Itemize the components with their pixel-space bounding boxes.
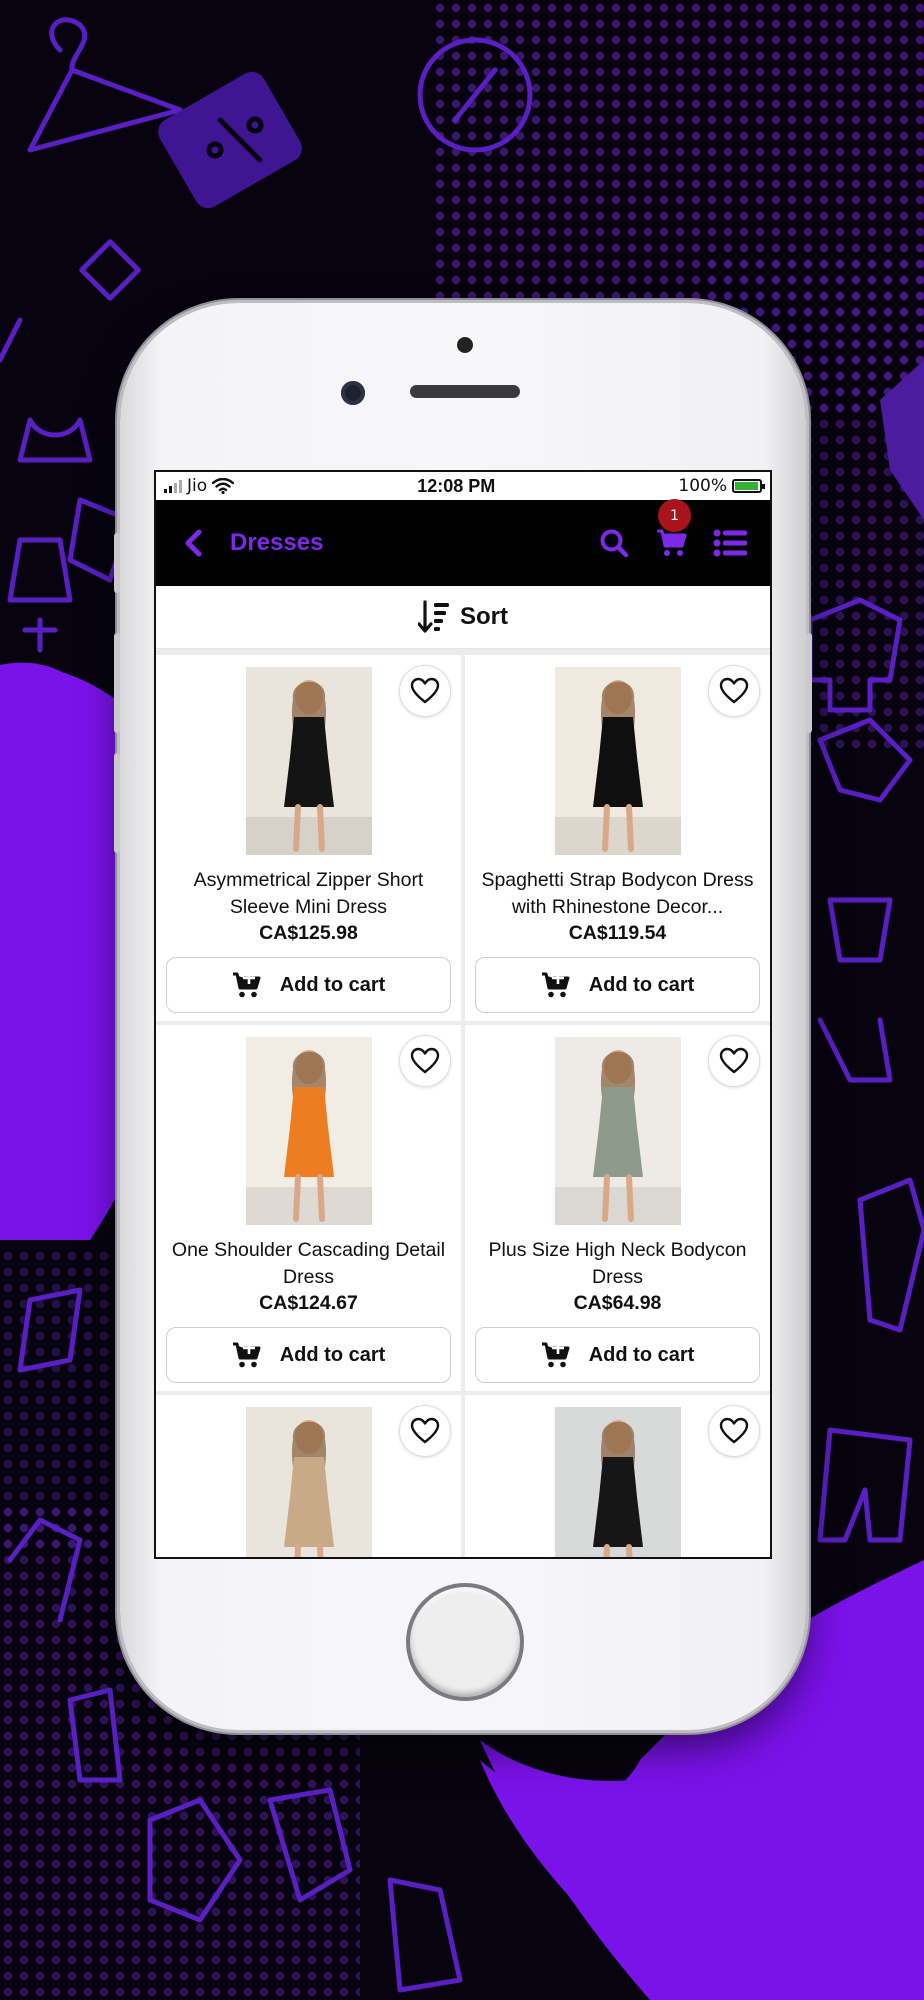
product-card[interactable]	[465, 1395, 770, 1557]
add-to-cart-button[interactable]: Add to cart	[166, 1327, 451, 1383]
page-title: Dresses	[230, 529, 324, 556]
product-grid: Asymmetrical Zipper Short Sleeve Mini Dr…	[156, 649, 770, 1557]
app-screen: Jio 12:08 PM 100% Dresses 1 Sort Asymmet…	[154, 470, 772, 1559]
heart-icon	[410, 677, 440, 704]
add-to-cart-icon	[541, 971, 570, 998]
product-image[interactable]	[554, 1407, 681, 1557]
mute-switch	[114, 533, 120, 593]
status-bar: Jio 12:08 PM 100%	[156, 472, 770, 500]
product-card[interactable]: Asymmetrical Zipper Short Sleeve Mini Dr…	[156, 655, 461, 1021]
clock: 12:08 PM	[417, 475, 496, 496]
product-image[interactable]	[245, 1407, 372, 1557]
product-card[interactable]	[156, 1395, 461, 1557]
sort-icon	[418, 600, 449, 633]
wishlist-button[interactable]	[708, 1035, 760, 1087]
heart-icon	[410, 1047, 440, 1074]
product-card[interactable]: Plus Size High Neck Bodycon Dress CA$64.…	[465, 1025, 770, 1391]
heart-icon	[719, 677, 749, 704]
wishlist-button[interactable]	[708, 665, 760, 717]
heart-icon	[719, 1047, 749, 1074]
product-image[interactable]	[245, 1037, 372, 1225]
volume-up-button	[114, 633, 120, 733]
cart-count-badge: 1	[658, 499, 691, 532]
add-to-cart-label: Add to cart	[588, 973, 695, 996]
volume-down-button	[114, 753, 120, 853]
add-to-cart-button[interactable]: Add to cart	[475, 1327, 760, 1383]
add-to-cart-label: Add to cart	[279, 1343, 386, 1366]
add-to-cart-icon	[541, 1341, 570, 1368]
product-price: CA$119.54	[568, 922, 667, 944]
product-price: CA$125.98	[259, 922, 358, 944]
product-price: CA$124.67	[259, 1292, 358, 1314]
cart-icon	[657, 529, 687, 556]
product-image[interactable]	[554, 667, 681, 855]
add-to-cart-label: Add to cart	[279, 973, 386, 996]
product-image[interactable]	[245, 667, 372, 855]
wishlist-button[interactable]	[708, 1405, 760, 1457]
add-to-cart-button[interactable]: Add to cart	[166, 957, 451, 1013]
back-chevron-icon	[185, 529, 202, 557]
add-to-cart-icon	[232, 1341, 261, 1368]
search-button[interactable]	[596, 525, 632, 561]
earpiece-speaker	[410, 385, 520, 398]
add-to-cart-icon	[232, 971, 261, 998]
search-icon	[600, 529, 629, 558]
cart-button[interactable]: 1	[654, 499, 691, 561]
heart-icon	[410, 1417, 440, 1444]
add-to-cart-label: Add to cart	[588, 1343, 695, 1366]
product-name[interactable]: Spaghetti Strap Bodycon Dress with Rhine…	[473, 867, 762, 921]
wishlist-button[interactable]	[399, 1035, 451, 1087]
home-button[interactable]	[406, 1583, 524, 1701]
list-menu-icon	[713, 529, 747, 557]
power-button	[806, 633, 812, 733]
wishlist-button[interactable]	[399, 1405, 451, 1457]
app-header: Dresses 1	[156, 499, 770, 586]
carrier-label: Jio	[187, 476, 208, 496]
product-image[interactable]	[554, 1037, 681, 1225]
proximity-sensor	[457, 337, 473, 353]
battery-icon	[731, 479, 765, 493]
sort-label: Sort	[460, 603, 508, 630]
product-card[interactable]: One Shoulder Cascading Detail Dress CA$1…	[156, 1025, 461, 1391]
product-name[interactable]: Asymmetrical Zipper Short Sleeve Mini Dr…	[164, 867, 453, 921]
wishlist-button[interactable]	[399, 665, 451, 717]
heart-icon	[719, 1417, 749, 1444]
back-button[interactable]	[178, 523, 208, 563]
front-camera	[341, 381, 365, 405]
product-name[interactable]: One Shoulder Cascading Detail Dress	[164, 1237, 453, 1291]
product-name[interactable]: Plus Size High Neck Bodycon Dress	[473, 1237, 762, 1291]
product-price: CA$64.98	[573, 1292, 662, 1314]
battery-percent: 100%	[678, 476, 727, 496]
add-to-cart-button[interactable]: Add to cart	[475, 957, 760, 1013]
wifi-icon	[212, 478, 235, 494]
product-card[interactable]: Spaghetti Strap Bodycon Dress with Rhine…	[465, 655, 770, 1021]
sort-button[interactable]: Sort	[156, 586, 770, 649]
menu-button[interactable]	[712, 525, 748, 561]
cellular-signal-icon	[164, 479, 182, 493]
